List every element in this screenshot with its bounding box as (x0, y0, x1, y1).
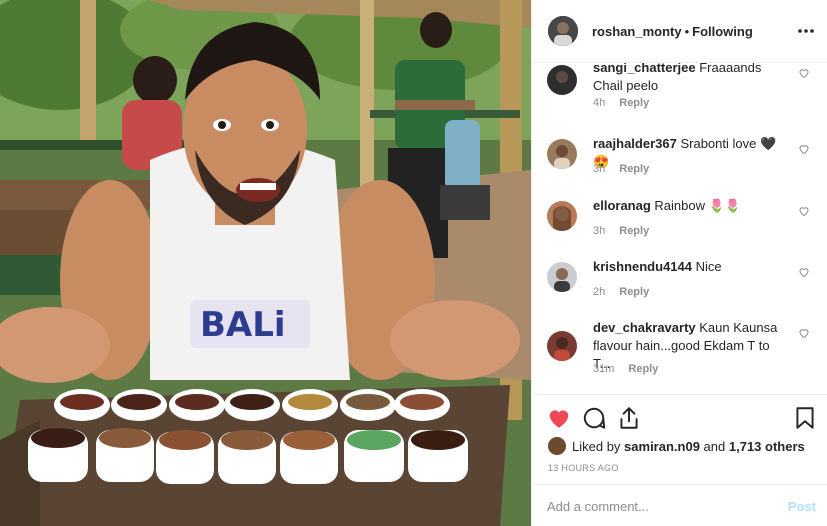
comment-item: elloranag Rainbow 🌷🌷 3h Reply (532, 187, 827, 247)
author-username[interactable]: roshan_monty (592, 24, 682, 39)
shirt-logo-text: BALi (200, 305, 286, 345)
author-line: roshan_monty • Following (592, 24, 753, 39)
add-comment-bar: Post (532, 484, 827, 526)
commenter-avatar[interactable] (547, 201, 577, 231)
liked-by-prefix: Liked by (572, 438, 621, 454)
post-timestamp[interactable]: 13 HOURS AGO (548, 463, 619, 473)
heart-filled-icon[interactable] (546, 405, 572, 431)
reply-button[interactable]: Reply (619, 286, 649, 298)
comment-time: 4h (593, 97, 606, 109)
liker-avatar[interactable] (548, 437, 566, 455)
liked-by-and: and (703, 438, 726, 454)
comment-body: elloranag Rainbow 🌷🌷 (593, 197, 788, 215)
more-horizontal-icon[interactable] (796, 22, 816, 40)
comment-like-icon[interactable] (798, 327, 810, 339)
comment-text: Nice (695, 259, 722, 274)
comment-meta: 3h Reply (593, 225, 649, 237)
post-header: roshan_monty • Following (532, 0, 827, 63)
comment-time: 3h (593, 163, 606, 175)
comment-input[interactable] (547, 495, 767, 517)
bookmark-icon[interactable] (792, 405, 818, 431)
comment-meta: 2h Reply (593, 286, 649, 298)
comment-item: dev_chakravarty Kaun Kaunsa flavour hain… (532, 309, 827, 389)
comment-like-icon[interactable] (798, 266, 810, 278)
comment-item: krishnendu4144 Nice 2h Reply (532, 248, 827, 308)
commenter-avatar[interactable] (547, 139, 577, 169)
reply-button[interactable]: Reply (619, 225, 649, 237)
comment-item: sangi_chatterjee Fraaaands Chail peelo 4… (532, 63, 827, 119)
commenter-username[interactable]: dev_chakravarty (593, 320, 696, 335)
reply-button[interactable]: Reply (628, 363, 658, 375)
likes-summary: Liked by samiran.n09 and 1,713 others (548, 437, 805, 455)
comment-meta: 31m Reply (593, 363, 658, 375)
reply-button[interactable]: Reply (619, 97, 649, 109)
liker-username[interactable]: samiran.n09 (624, 439, 700, 454)
comment-time: 2h (593, 286, 606, 298)
post-actions: Liked by samiran.n09 and 1,713 others 13… (532, 394, 827, 484)
comment-like-icon[interactable] (798, 205, 810, 217)
comments-list[interactable]: sangi_chatterjee Fraaaands Chail peelo 4… (532, 63, 827, 394)
author-avatar[interactable] (548, 16, 578, 46)
follow-status-button[interactable]: Following (692, 24, 753, 39)
comment-time: 3h (593, 225, 606, 237)
reply-button[interactable]: Reply (619, 163, 649, 175)
comment-body: sangi_chatterjee Fraaaands Chail peelo (593, 63, 788, 95)
post-side-panel: roshan_monty • Following sangi_chatterjee … (531, 0, 827, 526)
commenter-username[interactable]: sangi_chatterjee (593, 63, 696, 75)
comment-like-icon[interactable] (798, 67, 810, 79)
comment-meta: 3h Reply (593, 163, 649, 175)
post-image: BALi (0, 0, 531, 526)
commenter-username[interactable]: raajhalder367 (593, 136, 677, 151)
likes-count[interactable]: 1,713 others (729, 439, 805, 454)
comment-meta: 4h Reply (593, 97, 649, 109)
comment-item: raajhalder367 Srabonti love 🖤😍 3h Reply (532, 125, 827, 185)
comment-icon[interactable] (581, 405, 607, 431)
comment-like-icon[interactable] (798, 143, 810, 155)
post-comment-button[interactable]: Post (788, 499, 816, 514)
commenter-avatar[interactable] (547, 65, 577, 95)
header-separator: • (684, 24, 690, 39)
comment-text: Rainbow 🌷🌷 (654, 198, 741, 213)
commenter-avatar[interactable] (547, 331, 577, 361)
comment-time: 31m (593, 363, 615, 375)
share-icon[interactable] (616, 405, 642, 431)
comment-body: krishnendu4144 Nice (593, 258, 788, 276)
commenter-avatar[interactable] (547, 262, 577, 292)
commenter-username[interactable]: krishnendu4144 (593, 259, 692, 274)
commenter-username[interactable]: elloranag (593, 198, 651, 213)
post-photo[interactable]: BALi (0, 0, 531, 526)
